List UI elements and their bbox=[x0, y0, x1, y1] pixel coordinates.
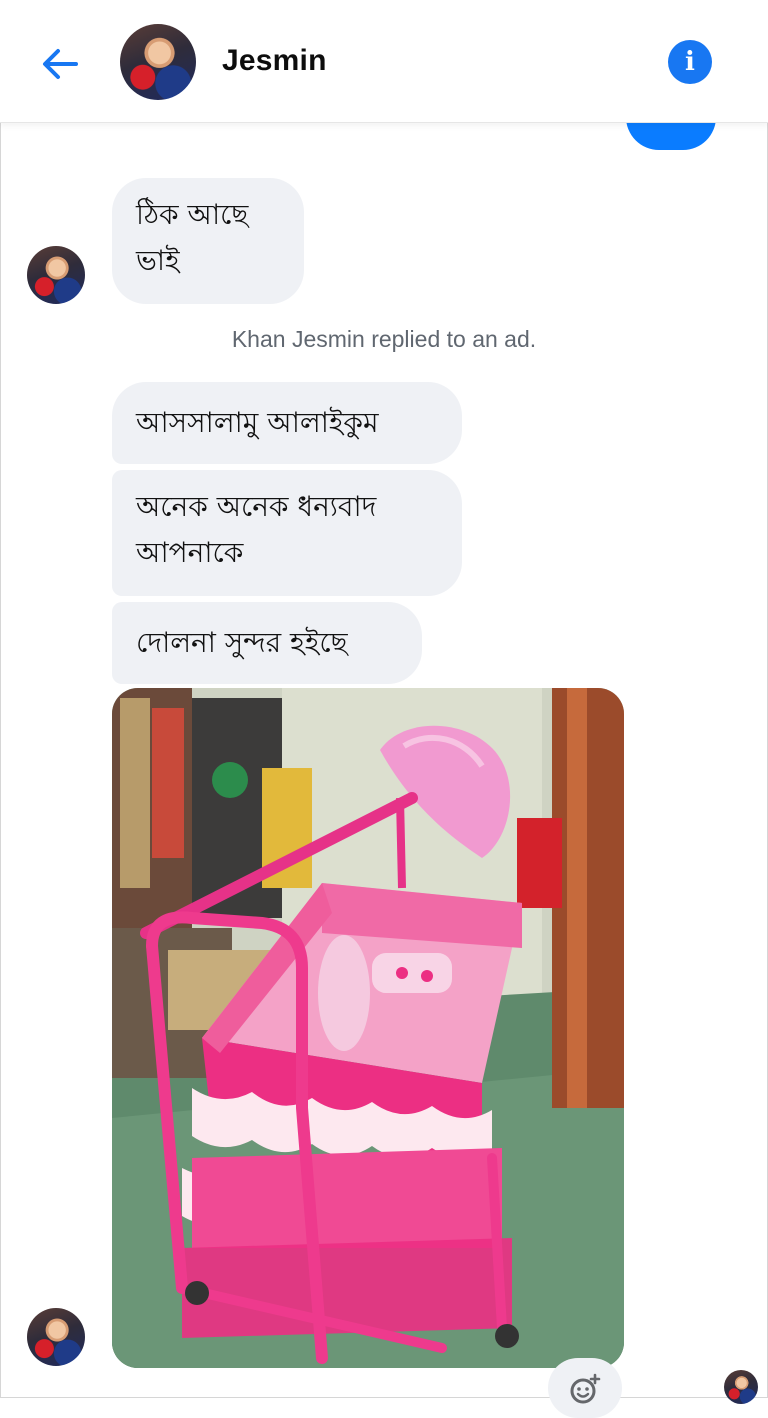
message-line: ভাই bbox=[136, 244, 180, 277]
ad-reply-notice: Khan Jesmin replied to an ad. bbox=[231, 326, 537, 352]
back-button[interactable] bbox=[36, 40, 84, 88]
message-line: দোলনা সুন্দর হইছে bbox=[136, 626, 348, 659]
add-reaction-button[interactable] bbox=[548, 1358, 622, 1418]
photo-message[interactable] bbox=[112, 688, 624, 1368]
message-line: আসসালামু আলাইকুম bbox=[136, 406, 379, 439]
conversation-header: Jesmin i bbox=[0, 0, 768, 123]
arrow-left-icon bbox=[43, 49, 78, 79]
message-bubble[interactable]: ঠিক আছে ভাই bbox=[112, 178, 304, 304]
message-line: ঠিক আছে bbox=[136, 198, 249, 231]
info-icon: i bbox=[685, 47, 695, 77]
sender-avatar[interactable] bbox=[27, 246, 85, 304]
message-line: আপনাকে bbox=[136, 536, 244, 569]
message-bubble[interactable]: দোলনা সুন্দর হইছে bbox=[112, 602, 422, 684]
message-line: অনেক অনেক ধন্যবাদ bbox=[136, 490, 377, 523]
info-button[interactable]: i bbox=[668, 40, 712, 84]
contact-name[interactable]: Jesmin bbox=[222, 44, 327, 78]
message-bubble[interactable]: অনেক অনেক ধন্যবাদ আপনাকে bbox=[112, 470, 462, 596]
sender-avatar[interactable] bbox=[27, 1308, 85, 1366]
add-reaction-icon bbox=[570, 1373, 601, 1404]
message-bubble[interactable]: আসসালামু আলাইকুম bbox=[112, 382, 462, 464]
cradle-photo bbox=[112, 688, 624, 1368]
contact-avatar[interactable] bbox=[120, 24, 196, 100]
read-receipt-avatar bbox=[724, 1370, 758, 1404]
